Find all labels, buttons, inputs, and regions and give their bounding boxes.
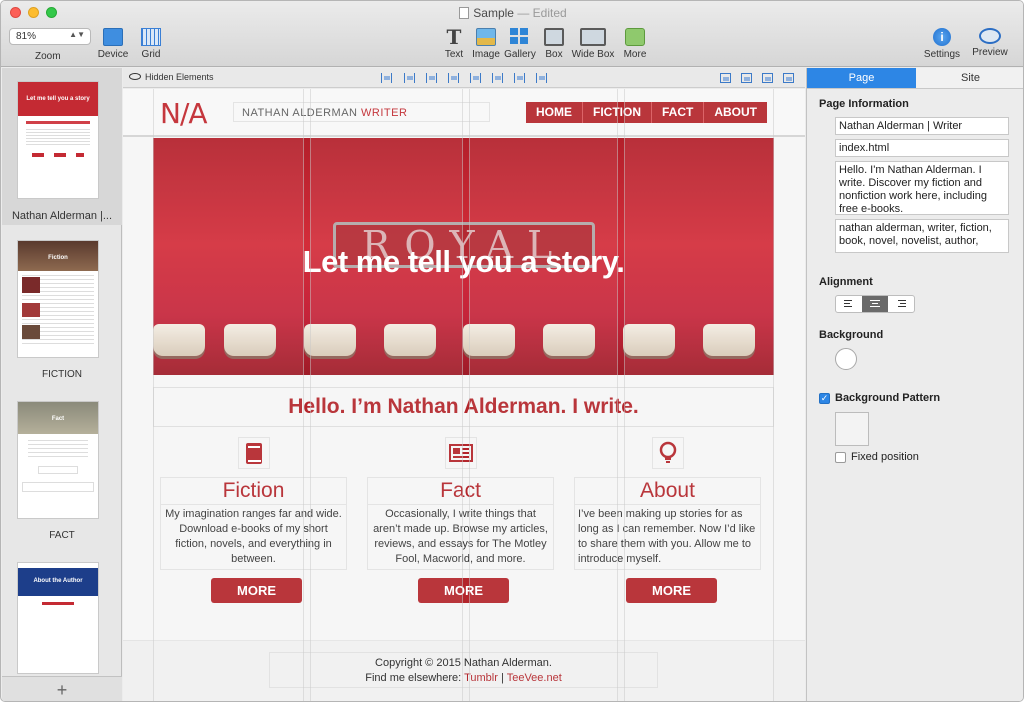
box-button[interactable]: Box bbox=[541, 28, 567, 60]
align-middle-icon[interactable] bbox=[470, 73, 481, 83]
background-heading: Background bbox=[819, 329, 884, 341]
page-title-field[interactable]: Nathan Alderman | Writer bbox=[835, 117, 1009, 135]
chevron-updown-icon: ▲▼ bbox=[69, 30, 85, 39]
add-page-button[interactable]: + bbox=[2, 676, 122, 701]
thumb-text bbox=[22, 275, 94, 345]
gallery-button[interactable]: Gallery bbox=[504, 28, 536, 60]
align-left-button[interactable] bbox=[836, 296, 862, 312]
thumb-box bbox=[38, 466, 78, 474]
info-icon: i bbox=[933, 28, 951, 46]
settings-button[interactable]: i Settings bbox=[923, 28, 961, 60]
text-button[interactable]: T Text bbox=[441, 25, 467, 60]
background-pattern-label: Background Pattern bbox=[835, 392, 941, 404]
inspector-panel: Page Site Page Information Nathan Alderm… bbox=[806, 68, 1023, 701]
thumb-hero: Fact bbox=[18, 402, 98, 434]
keywords-field[interactable]: nathan alderman, writer, fiction, book, … bbox=[835, 219, 1009, 253]
page-label-home: Nathan Alderman |... bbox=[11, 210, 113, 222]
grid-guide-column bbox=[153, 89, 304, 701]
hidden-elements-toggle[interactable]: Hidden Elements bbox=[129, 72, 214, 82]
window-title: Sample — Edited bbox=[1, 6, 1023, 20]
eye-icon bbox=[979, 28, 1001, 44]
background-pattern-well[interactable] bbox=[835, 412, 869, 446]
page-thumbnail-about[interactable]: About the Author bbox=[17, 562, 99, 674]
send-backward-icon[interactable] bbox=[762, 73, 773, 83]
app-window: Sample — Edited 81% ▲▼ Zoom Device Grid T… bbox=[0, 0, 1024, 702]
align-right-button[interactable] bbox=[888, 296, 914, 312]
thumb-box bbox=[22, 482, 94, 492]
distribute-vertical-icon[interactable] bbox=[536, 73, 547, 83]
preview-button[interactable]: Preview bbox=[971, 28, 1009, 58]
thumb-text bbox=[26, 129, 90, 147]
more-button[interactable]: More bbox=[621, 28, 649, 60]
align-right-icon[interactable] bbox=[426, 73, 437, 83]
filename-field[interactable]: index.html bbox=[835, 139, 1009, 157]
pages-panel: Let me tell you a story Nathan Alderman … bbox=[2, 68, 122, 701]
image-button[interactable]: Image bbox=[471, 28, 501, 60]
grid-guide-column bbox=[624, 89, 774, 701]
wide-box-button[interactable]: Wide Box bbox=[571, 28, 615, 60]
align-bottom-icon[interactable] bbox=[492, 73, 503, 83]
device-button[interactable]: Device bbox=[97, 28, 129, 60]
align-left-icon[interactable] bbox=[381, 73, 392, 83]
grid-guide-column bbox=[469, 89, 618, 701]
tab-site[interactable]: Site bbox=[916, 68, 1023, 88]
page-thumbnail-fiction[interactable]: Fiction bbox=[17, 240, 99, 358]
thumb-text bbox=[28, 440, 88, 460]
tab-page[interactable]: Page bbox=[807, 68, 916, 88]
zoom-label: Zoom bbox=[35, 51, 61, 62]
alignment-heading: Alignment bbox=[819, 276, 873, 288]
thumb-hero: About the Author bbox=[18, 568, 98, 596]
text-icon: T bbox=[446, 25, 462, 49]
grid-icon bbox=[141, 28, 161, 46]
background-pattern-checkbox[interactable]: ✓ bbox=[819, 393, 830, 404]
description-field[interactable]: Hello. I'm Nathan Alderman. I write. Dis… bbox=[835, 161, 1009, 215]
zoom-select[interactable]: 81% ▲▼ bbox=[9, 28, 91, 45]
site-page: N/A NATHAN ALDERMAN WRITER HOME FICTION … bbox=[123, 89, 805, 701]
thumb-hero: Let me tell you a story bbox=[18, 82, 98, 116]
canvas-toolbar: Hidden Elements bbox=[123, 68, 805, 88]
send-to-back-icon[interactable] bbox=[783, 73, 794, 83]
fixed-position-label: Fixed position bbox=[851, 451, 919, 463]
wide-box-icon bbox=[580, 28, 606, 46]
align-center-icon[interactable] bbox=[404, 73, 415, 83]
edited-status: Edited bbox=[532, 6, 567, 20]
align-center-button[interactable] bbox=[862, 296, 888, 312]
page-thumbnail-fact[interactable]: Fact bbox=[17, 401, 99, 519]
toolbar: Sample — Edited 81% ▲▼ Zoom Device Grid T… bbox=[1, 1, 1023, 67]
canvas[interactable]: N/A NATHAN ALDERMAN WRITER HOME FICTION … bbox=[123, 89, 805, 701]
bring-forward-icon[interactable] bbox=[741, 73, 752, 83]
image-icon bbox=[476, 28, 496, 46]
page-label-fiction: FICTION bbox=[42, 369, 82, 380]
page-information-heading: Page Information bbox=[819, 98, 909, 110]
thumb-hero: Fiction bbox=[18, 241, 98, 271]
thumb-line bbox=[26, 121, 90, 124]
page-label-fact: FACT bbox=[49, 530, 75, 541]
document-icon bbox=[459, 7, 470, 19]
gallery-icon bbox=[510, 28, 530, 46]
background-color-swatch[interactable] bbox=[835, 348, 857, 370]
box-icon bbox=[544, 28, 564, 46]
align-top-icon[interactable] bbox=[448, 73, 459, 83]
bring-to-front-icon[interactable] bbox=[720, 73, 731, 83]
more-icon bbox=[625, 28, 645, 46]
fixed-position-checkbox[interactable] bbox=[835, 452, 846, 463]
thumb-line bbox=[42, 602, 74, 605]
thumb-buttons bbox=[32, 153, 84, 157]
distribute-horizontal-icon[interactable] bbox=[514, 73, 525, 83]
eye-icon bbox=[129, 73, 141, 80]
page-thumbnail-home[interactable]: Let me tell you a story bbox=[17, 81, 99, 199]
inspector-tabs: Page Site bbox=[807, 68, 1023, 89]
grid-button[interactable]: Grid bbox=[137, 28, 165, 60]
grid-guide-column bbox=[310, 89, 463, 701]
alignment-control bbox=[835, 295, 915, 313]
device-icon bbox=[103, 28, 123, 46]
